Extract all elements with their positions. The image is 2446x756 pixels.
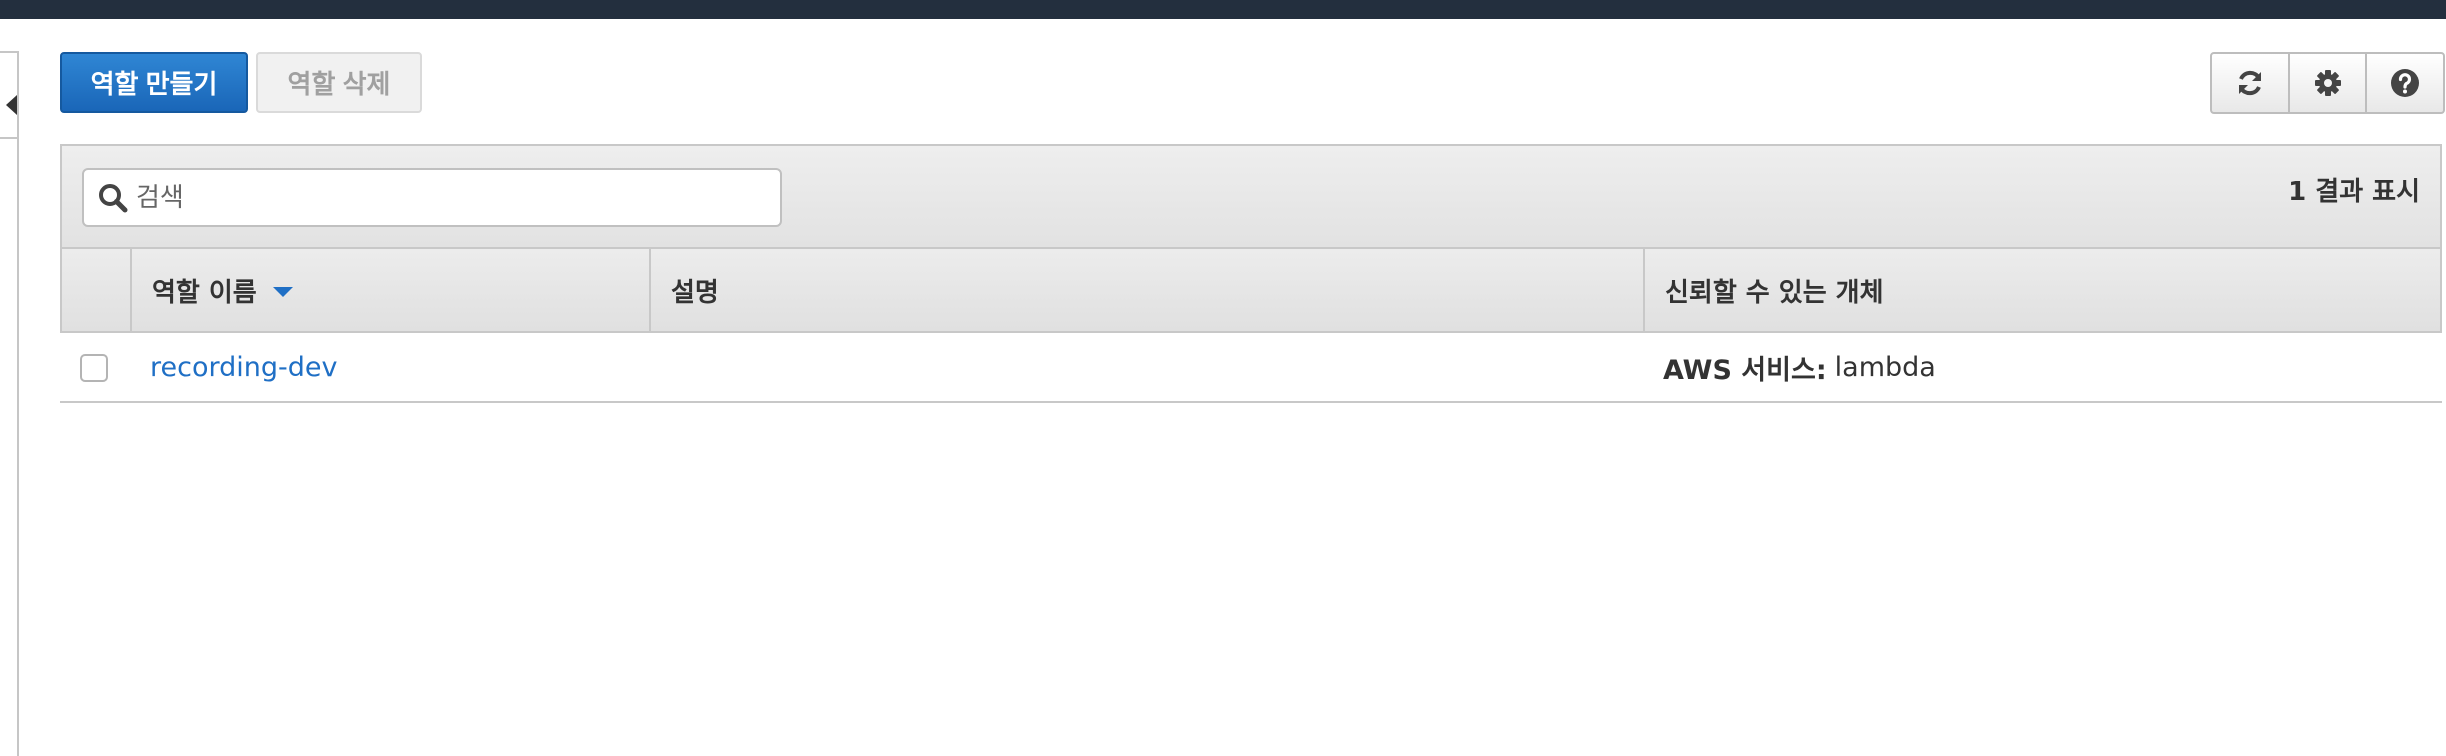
refresh-button[interactable] bbox=[2210, 52, 2289, 114]
create-role-button[interactable]: 역할 만들기 bbox=[60, 52, 248, 113]
search-input[interactable] bbox=[136, 170, 766, 225]
roles-table-panel: 1 결과 표시 역할 이름 설명 신뢰할 수 있는 개체 recording-d… bbox=[60, 144, 2442, 403]
column-header-label: 설명 bbox=[671, 277, 719, 308]
filter-bar: 1 결과 표시 bbox=[60, 144, 2442, 247]
toolbar-icon-group bbox=[2210, 52, 2446, 114]
search-icon bbox=[99, 184, 128, 213]
column-header-trusted-entities[interactable]: 신뢰할 수 있는 개체 bbox=[1645, 249, 2440, 331]
column-header-description[interactable]: 설명 bbox=[651, 249, 1645, 331]
column-header-label: 신뢰할 수 있는 개체 bbox=[1665, 277, 1884, 308]
help-button[interactable] bbox=[2366, 52, 2446, 114]
role-name-link[interactable]: recording-dev bbox=[150, 333, 337, 401]
select-all-column bbox=[62, 249, 132, 331]
row-checkbox[interactable] bbox=[80, 354, 108, 382]
column-header-label: 역할 이름 bbox=[152, 277, 257, 308]
table-header: 역할 이름 설명 신뢰할 수 있는 개체 bbox=[60, 247, 2442, 333]
search-box[interactable] bbox=[82, 168, 782, 227]
result-count: 1 결과 표시 bbox=[2288, 177, 2420, 207]
gear-icon bbox=[2314, 70, 2341, 96]
settings-button[interactable] bbox=[2288, 52, 2367, 114]
column-header-role-name[interactable]: 역할 이름 bbox=[132, 249, 651, 331]
top-navigation-bar bbox=[0, 0, 2446, 19]
trusted-entity-value: lambda bbox=[1834, 351, 1936, 383]
sidebar-edge bbox=[17, 51, 19, 756]
collapse-sidebar-icon[interactable] bbox=[6, 95, 17, 115]
help-icon bbox=[2391, 69, 2420, 97]
refresh-icon bbox=[2238, 70, 2261, 96]
trusted-entity-type: AWS 서비스: bbox=[1663, 354, 1827, 386]
delete-role-button[interactable]: 역할 삭제 bbox=[256, 52, 422, 113]
sort-descending-icon bbox=[272, 287, 293, 297]
trusted-entity-cell: AWS 서비스: lambda bbox=[1663, 333, 1936, 401]
table-row: recording-dev AWS 서비스: lambda bbox=[60, 333, 2442, 403]
